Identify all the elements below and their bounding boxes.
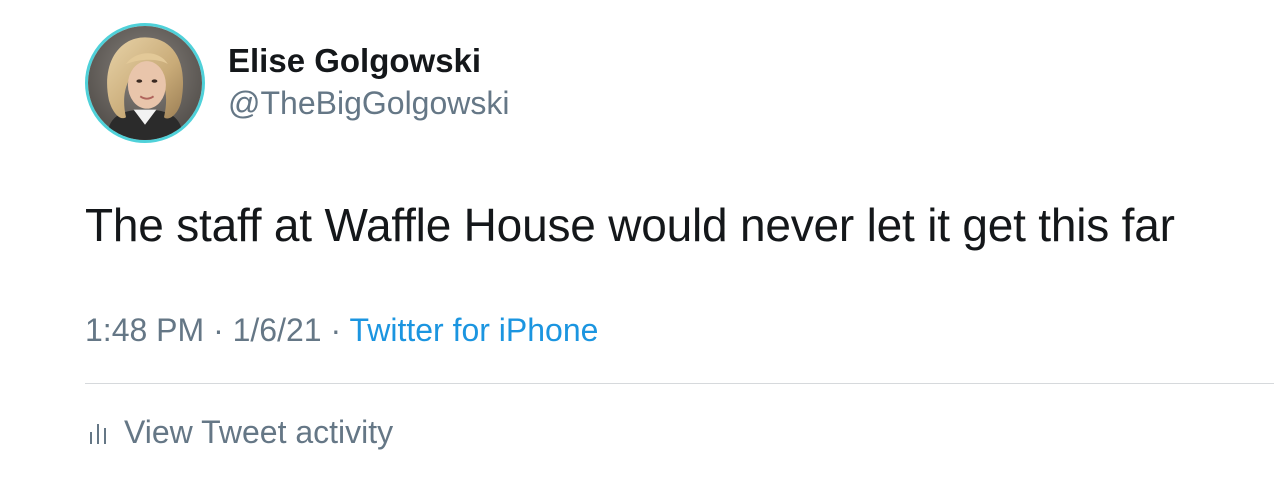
divider xyxy=(85,383,1274,384)
tweet-text: The staff at Waffle House would never le… xyxy=(85,199,1175,251)
author-handle[interactable]: @TheBigGolgowski xyxy=(228,85,509,122)
avatar[interactable] xyxy=(85,23,205,143)
tweet-time[interactable]: 1:48 PM xyxy=(85,312,204,348)
tweet-source-link[interactable]: Twitter for iPhone xyxy=(349,312,598,348)
meta-separator: · xyxy=(330,312,350,348)
view-tweet-activity-button[interactable]: View Tweet activity xyxy=(88,412,393,452)
view-tweet-activity-label: View Tweet activity xyxy=(124,413,394,450)
tweet-card: Elise Golgowski @TheBigGolgowski The sta… xyxy=(0,0,1274,483)
bar-chart-icon xyxy=(88,418,110,446)
tweet-date[interactable]: 1/6/21 xyxy=(233,312,322,348)
author-display-name[interactable]: Elise Golgowski xyxy=(228,42,481,80)
tweet-meta: 1:48 PM · 1/6/21 · Twitter for iPhone xyxy=(85,312,598,349)
meta-separator: · xyxy=(213,312,233,348)
profile-photo xyxy=(88,26,202,140)
